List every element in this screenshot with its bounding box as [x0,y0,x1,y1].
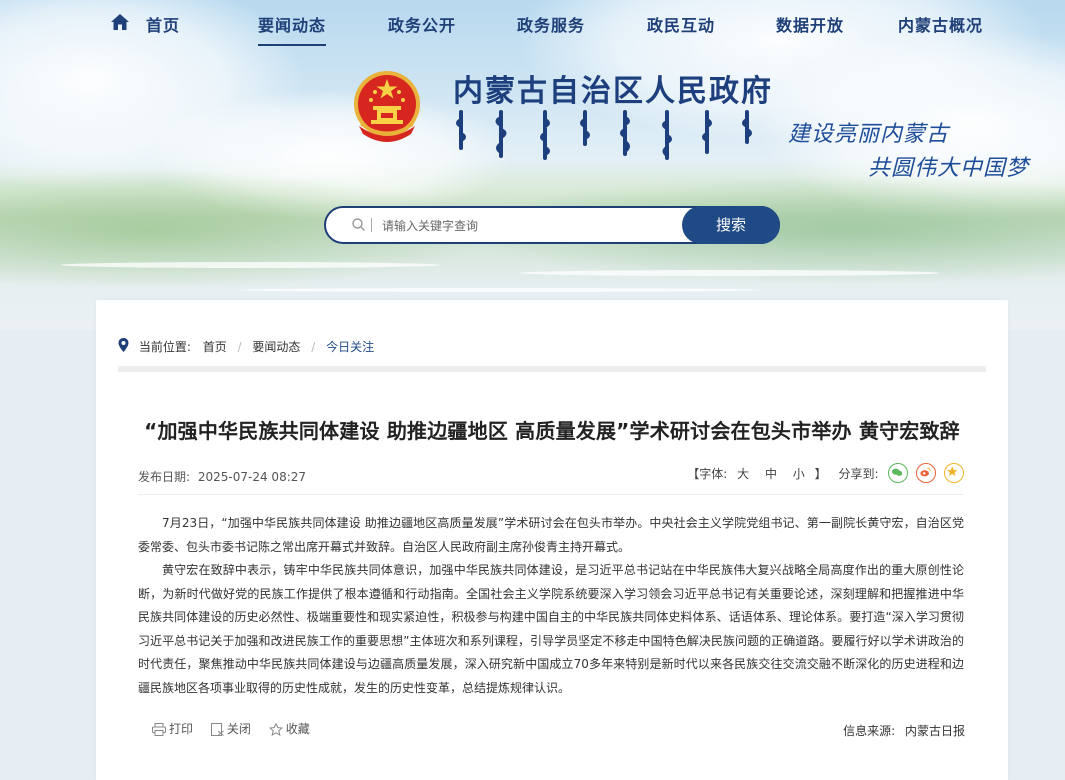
search-divider [371,218,372,232]
close-page-icon [210,723,224,736]
nav-home[interactable]: 首页 [146,12,180,36]
top-nav: 首页 要闻动态 政务公开 政务服务 政民互动 数据开放 内蒙古概况 [0,0,1065,46]
font-size-label: 【字体: [687,466,728,481]
favorite-button[interactable]: 收藏 [268,720,310,737]
breadcrumb-separator: / [311,339,316,354]
wechat-share-icon[interactable] [888,463,909,483]
close-label: 关闭 [226,722,251,736]
search-button[interactable]: 搜索 [682,206,780,244]
slogan-line-1: 建设亮丽内蒙古 [788,122,950,147]
publish-date-value: 2025-07-24 08:27 [197,470,307,484]
qzone-share-icon[interactable] [944,463,964,483]
breadcrumb-label: 当前位置: [138,340,191,354]
printer-icon [152,723,166,736]
publish-date: 发布日期: 2025-07-24 08:27 [138,468,306,485]
font-size-large[interactable]: 大 [737,465,749,482]
article-title: “加强中华民族共同体建设 助推边疆地区 高质量发展”学术研讨会在包头市举办 黄守… [144,419,960,443]
meta-divider [138,494,964,495]
slogan: 建设亮丽内蒙古 共圆伟大中国梦 [788,116,1029,182]
article-paragraph: 黄守宏在致辞中表示，铸牢中华民族共同体意识，加强中华民族共同体建设，是习近平总书… [138,563,964,695]
favorite-label: 收藏 [285,722,310,736]
weibo-share-icon[interactable] [916,463,937,483]
breadcrumb: 当前位置: 首页 / 要闻动态 / 今日关注 [118,338,374,355]
search-bar: 搜索 [324,206,780,244]
site-title: 内蒙古自治区人民政府 [453,74,773,109]
star-icon [268,722,283,737]
source-label: 信息来源: [843,724,896,738]
source-value: 内蒙古日报 [904,724,965,738]
close-button[interactable]: 关闭 [210,720,251,737]
breadcrumb-news[interactable]: 要闻动态 [252,338,300,355]
font-size-small[interactable]: 小 [793,465,805,482]
location-pin-icon [118,338,135,355]
font-size-medium[interactable]: 中 [765,465,777,482]
info-source: 信息来源: 内蒙古日报 [843,722,965,739]
print-label: 打印 [169,722,194,736]
breadcrumb-separator: / [237,339,242,354]
footer-tools: 打印 关闭 收藏 [152,720,324,737]
nav-interaction[interactable]: 政民互动 [647,12,715,36]
search-icon [352,218,365,231]
share-label: 分享到: [838,466,879,481]
nav-gov-services[interactable]: 政务服务 [517,12,585,36]
font-size-close: 】 [814,466,827,481]
nav-news[interactable]: 要闻动态 [258,12,327,46]
breadcrumb-home[interactable]: 首页 [203,338,227,355]
search-input[interactable] [380,214,674,238]
breadcrumb-current[interactable]: 今日关注 [326,338,374,355]
mongolian-script-title [456,110,752,160]
article-tools: 【字体: 大 中 小 】 分享到: [687,463,964,485]
slogan-line-2: 共圆伟大中国梦 [868,156,1030,181]
article-card: 当前位置: 首页 / 要闻动态 / 今日关注 “加强中华民族共同体建设 助推边疆… [96,300,1008,780]
nav-overview[interactable]: 内蒙古概况 [898,12,983,36]
article-paragraph: 7月23日，“加强中华民族共同体建设 助推边疆地区高质量发展”学术研讨会在包头市… [138,516,964,554]
print-button[interactable]: 打印 [152,720,193,737]
nav-gov-affairs[interactable]: 政务公开 [388,12,456,36]
home-icon[interactable] [110,12,130,32]
breadcrumb-divider [118,366,986,372]
article-body: 7月23日，“加强中华民族共同体建设 助推边疆地区高质量发展”学术研讨会在包头市… [138,512,964,700]
nav-open-data[interactable]: 数据开放 [776,12,844,36]
publish-date-label: 发布日期: [138,470,191,484]
national-emblem [354,71,420,142]
